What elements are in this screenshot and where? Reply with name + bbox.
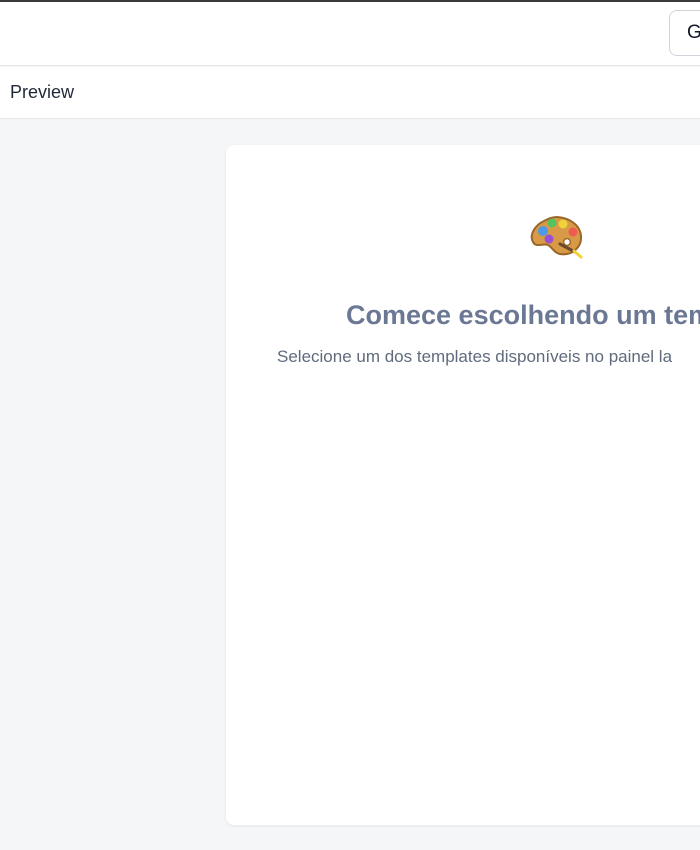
preview-header: Preview [0, 67, 700, 119]
topbar-action-button[interactable]: G [669, 10, 700, 56]
empty-state-subtitle: Selecione um dos templates disponíveis n… [277, 347, 673, 366]
empty-state-title: Comece escolhendo um tem [346, 300, 700, 330]
preview-card: Comece escolhendo um tem Selecione um do… [226, 145, 700, 825]
top-bar: G [0, 2, 700, 66]
preview-area: Comece escolhendo um tem Selecione um do… [0, 119, 700, 850]
palette-icon [530, 215, 583, 259]
app-window: G Preview Comece escolhendo um tem Selec… [0, 0, 700, 850]
preview-title: Preview [10, 82, 75, 102]
